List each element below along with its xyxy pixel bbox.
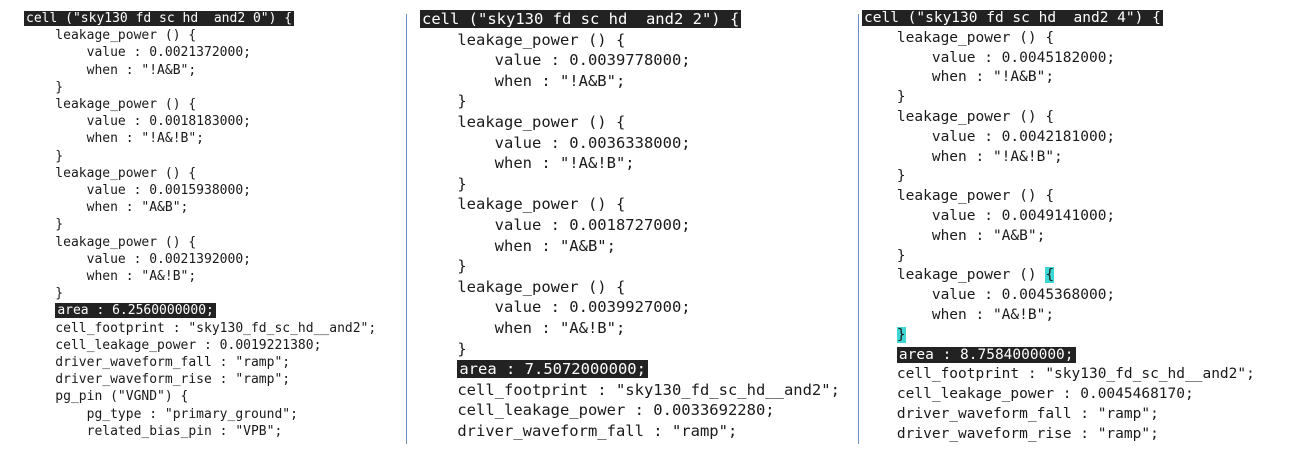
code-line: driver_waveform_fall : "ramp"; — [420, 421, 738, 440]
code-line: when : "A&B"; — [420, 236, 616, 255]
matched-brace: { — [1045, 267, 1055, 284]
code-line: driver_waveform_rise : "ramp"; — [24, 372, 291, 388]
code-line: leakage_power () { — [420, 195, 626, 214]
highlighted-text: cell ("sky130 fd sc hd and2 2") { — [420, 10, 742, 28]
code-line: value : 0.0042181000; — [862, 128, 1116, 145]
code-line: cell_footprint : "sky130_fd_sc_hd__and2"… — [862, 366, 1255, 383]
code-line: } — [24, 148, 64, 164]
code-line: value : 0.0039778000; — [420, 51, 691, 70]
code-line: driver_waveform_fall : "ramp"; — [862, 405, 1159, 422]
code-line: } — [24, 286, 64, 302]
code-line: } — [420, 339, 467, 358]
code-line: area : 8.7584000000; — [862, 346, 1292, 366]
code-line: value : 0.0021392000; — [24, 251, 251, 267]
code-line: leakage_power () { — [420, 112, 626, 131]
code-line: } — [420, 174, 467, 193]
code-line: } — [24, 217, 64, 233]
code-line: pg_pin ("VGND") { — [24, 389, 189, 405]
matched-brace: } — [896, 326, 906, 343]
code-line: value : 0.0045368000; — [862, 287, 1116, 304]
panel-divider — [406, 14, 407, 444]
code-line: when : "A&B"; — [24, 200, 189, 216]
code-line: when : "A&!B"; — [24, 269, 197, 285]
code-line: } — [862, 89, 906, 106]
code-line: cell ("sky130 fd sc hd and2 2") { — [420, 9, 858, 30]
code-line: } — [420, 92, 467, 111]
code-panel-and2-2: cell ("sky130 fd sc hd and2 2") { leakag… — [420, 0, 858, 462]
code-line: cell_leakage_power : 0.0045468170; — [862, 386, 1194, 403]
code-line: } — [24, 79, 64, 95]
code-line: leakage_power () { — [24, 97, 197, 113]
code-line: value : 0.0018727000; — [420, 215, 691, 234]
code-panel-and2-4: cell ("sky130 fd sc hd and2 4") { leakag… — [862, 0, 1292, 462]
code-line: } — [420, 257, 467, 276]
code-line: value : 0.0036338000; — [420, 133, 691, 152]
highlighted-text: cell ("sky130 fd sc hd and2 0") { — [24, 11, 295, 26]
code-line: related_bias_pin : "VPB"; — [24, 423, 283, 439]
highlighted-text: area : 7.5072000000; — [457, 360, 648, 379]
code-line: leakage_power () { — [862, 108, 1055, 125]
code-line: when : "!A&!B"; — [862, 148, 1063, 165]
code-line: leakage_power () { — [420, 277, 626, 296]
highlighted-text: cell ("sky130 fd sc hd and2 4") { — [862, 10, 1163, 26]
code-line: when : "!A&B"; — [862, 69, 1055, 86]
code-line: when : "A&!B"; — [862, 306, 1055, 323]
code-line: when : "!A&!B"; — [24, 131, 205, 147]
code-line: cell_leakage_power : 0.0033692280; — [420, 401, 775, 420]
code-line: leakage_power () { — [862, 29, 1055, 46]
code-line: when : "!A&!B"; — [420, 154, 635, 173]
code-line: pg_type : "primary_ground"; — [24, 406, 298, 422]
code-line: leakage_power () { — [862, 267, 1055, 284]
code-line: leakage_power () { — [24, 234, 197, 250]
code-line: cell ("sky130 fd sc hd and2 4") { — [862, 9, 1292, 29]
code-panel-and2-0: cell ("sky130 fd sc hd and2 0") { leakag… — [24, 0, 406, 462]
code-line: } — [862, 247, 906, 264]
code-line: leakage_power () { — [420, 30, 626, 49]
code-line: driver_waveform_fall : "ramp"; — [24, 355, 291, 371]
highlighted-text: area : 6.2560000000; — [55, 303, 216, 319]
code-line: when : "!A&B"; — [24, 62, 197, 78]
code-line: value : 0.0045182000; — [862, 49, 1116, 66]
panel-divider — [858, 14, 859, 444]
code-line: value : 0.0021372000; — [24, 45, 251, 61]
code-line: leakage_power () { — [862, 188, 1055, 205]
code-line: } — [862, 326, 1292, 346]
code-line: value : 0.0015938000; — [24, 183, 251, 199]
code-line: cell_footprint : "sky130_fd_sc_hd__and2"… — [420, 380, 840, 399]
code-line: cell ("sky130 fd sc hd and2 0") { — [24, 10, 406, 27]
code-line: value : 0.0049141000; — [862, 207, 1116, 224]
code-line: driver_waveform_rise : "ramp"; — [862, 425, 1159, 442]
code-line: } — [862, 168, 906, 185]
code-listing: cell ("sky130 fd sc hd and2 4") { leakag… — [862, 0, 1292, 445]
code-line: cell_leakage_power : 0.0019221380; — [24, 337, 322, 353]
highlighted-text: area : 8.7584000000; — [896, 346, 1076, 363]
code-line: value : 0.0018183000; — [24, 114, 251, 130]
code-line: when : "!A&B"; — [420, 71, 626, 90]
code-line: value : 0.0039927000; — [420, 298, 691, 317]
code-line: leakage_power () { — [24, 165, 197, 181]
code-listing: cell ("sky130 fd sc hd and2 0") { leakag… — [24, 0, 406, 440]
code-line: cell_footprint : "sky130_fd_sc_hd__and2"… — [24, 320, 377, 336]
code-line: when : "A&B"; — [862, 227, 1046, 244]
code-line: leakage_power () { — [24, 28, 197, 44]
code-listing: cell ("sky130 fd sc hd and2 2") { leakag… — [420, 0, 858, 441]
code-line: area : 6.2560000000; — [24, 302, 406, 319]
code-line: area : 7.5072000000; — [420, 359, 858, 380]
code-line: when : "A&!B"; — [420, 318, 626, 337]
